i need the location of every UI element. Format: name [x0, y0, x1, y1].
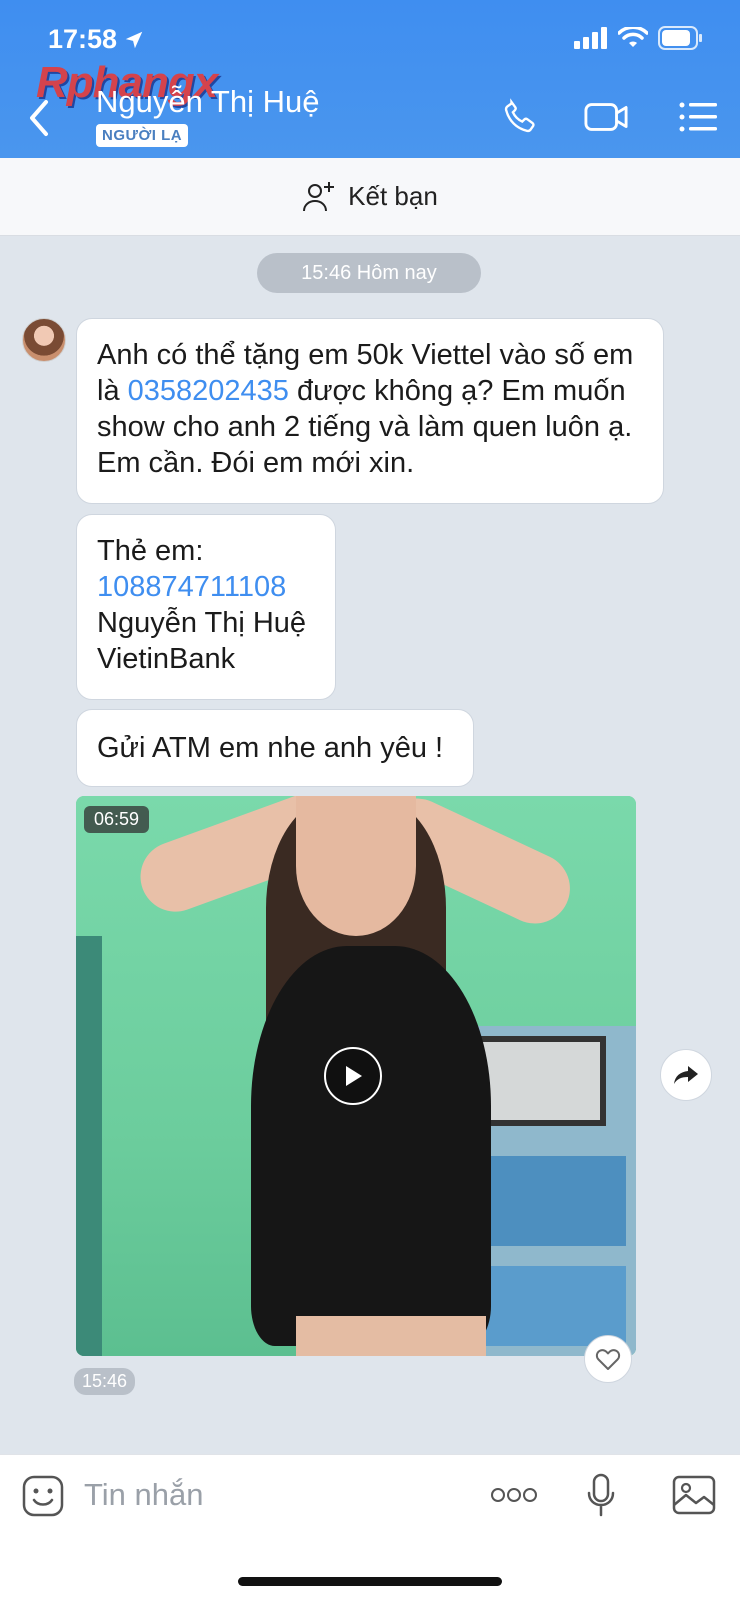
chat-header: 17:58 Rphangx Nguyễn Thị Huệ NGƯỜI LẠ — [0, 0, 740, 158]
heart-icon — [595, 1349, 621, 1370]
message-line: VietinBank — [97, 643, 236, 675]
video-camera-icon — [584, 103, 628, 131]
location-arrow-icon — [125, 31, 143, 48]
video-thumbnail-detail — [76, 936, 102, 1356]
react-button[interactable] — [584, 1335, 632, 1383]
message-line: Thẻ em: — [97, 535, 204, 567]
message-bubble[interactable]: Anh có thể tặng em 50k Viettel vào số em… — [76, 318, 664, 504]
account-number-link[interactable]: 108874711108 — [97, 569, 315, 605]
menu-button[interactable] — [676, 95, 720, 139]
play-icon — [346, 1066, 362, 1086]
microphone-icon[interactable] — [586, 1473, 616, 1519]
message-bubble[interactable]: Gửi ATM em nhe anh yêu ! — [76, 709, 474, 787]
message-line: Nguyễn Thị Huệ — [97, 607, 307, 639]
video-duration: 06:59 — [84, 806, 150, 833]
battery-icon — [658, 26, 702, 50]
message-bubble[interactable]: Thẻ em: 108874711108 Nguyễn Thị Huệ Viet… — [76, 514, 336, 700]
stranger-badge: NGƯỜI LẠ — [96, 124, 189, 147]
call-button[interactable] — [498, 95, 542, 139]
status-time: 17:58 — [48, 24, 145, 55]
add-friend-label: Kết bạn — [348, 181, 438, 211]
list-menu-icon — [679, 102, 717, 132]
emoji-icon[interactable] — [22, 1475, 64, 1517]
home-indicator[interactable] — [238, 1577, 502, 1586]
wifi-icon — [618, 27, 648, 47]
message-time: 15:46 — [74, 1368, 136, 1395]
video-thumbnail-detail — [296, 796, 416, 936]
avatar[interactable] — [22, 318, 66, 362]
add-user-icon — [303, 181, 335, 211]
add-friend-button[interactable]: Kết bạn — [0, 158, 740, 236]
video-call-button[interactable] — [584, 95, 628, 139]
contact-name[interactable]: Nguyễn Thị Huệ — [96, 84, 319, 120]
more-options-icon[interactable] — [490, 1487, 538, 1503]
back-button[interactable] — [24, 96, 54, 140]
status-icons — [574, 26, 704, 50]
message-input-bar: Tin nhắn — [0, 1454, 740, 1600]
date-divider: 15:46 Hôm nay — [257, 253, 481, 293]
phone-number-link[interactable]: 0358202435 — [128, 375, 289, 407]
message-text: Gửi ATM em nhe anh yêu ! — [97, 732, 444, 764]
play-button[interactable] — [324, 1047, 382, 1105]
video-thumbnail-detail — [296, 1316, 486, 1356]
message-input[interactable]: Tin nhắn — [84, 1477, 204, 1513]
share-button[interactable] — [660, 1049, 712, 1101]
status-time-text: 17:58 — [48, 24, 118, 54]
video-message[interactable]: 06:59 — [76, 796, 636, 1356]
signal-icon — [574, 27, 607, 49]
forward-arrow-icon — [674, 1066, 698, 1084]
image-icon[interactable] — [672, 1475, 716, 1515]
video-thumbnail-detail — [251, 946, 491, 1346]
phone-icon — [504, 98, 535, 133]
